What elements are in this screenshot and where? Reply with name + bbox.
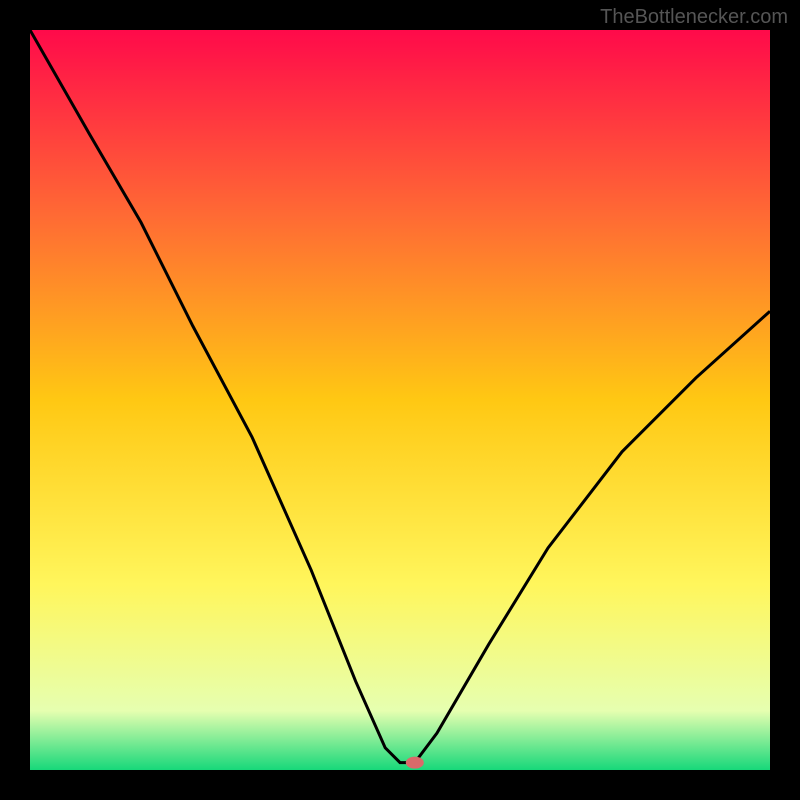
site-label: TheBottlenecker.com [600,6,788,29]
chart-svg [30,30,770,770]
optimal-point-marker [406,757,424,769]
bottleneck-chart [30,30,770,770]
gradient-background [30,30,770,770]
